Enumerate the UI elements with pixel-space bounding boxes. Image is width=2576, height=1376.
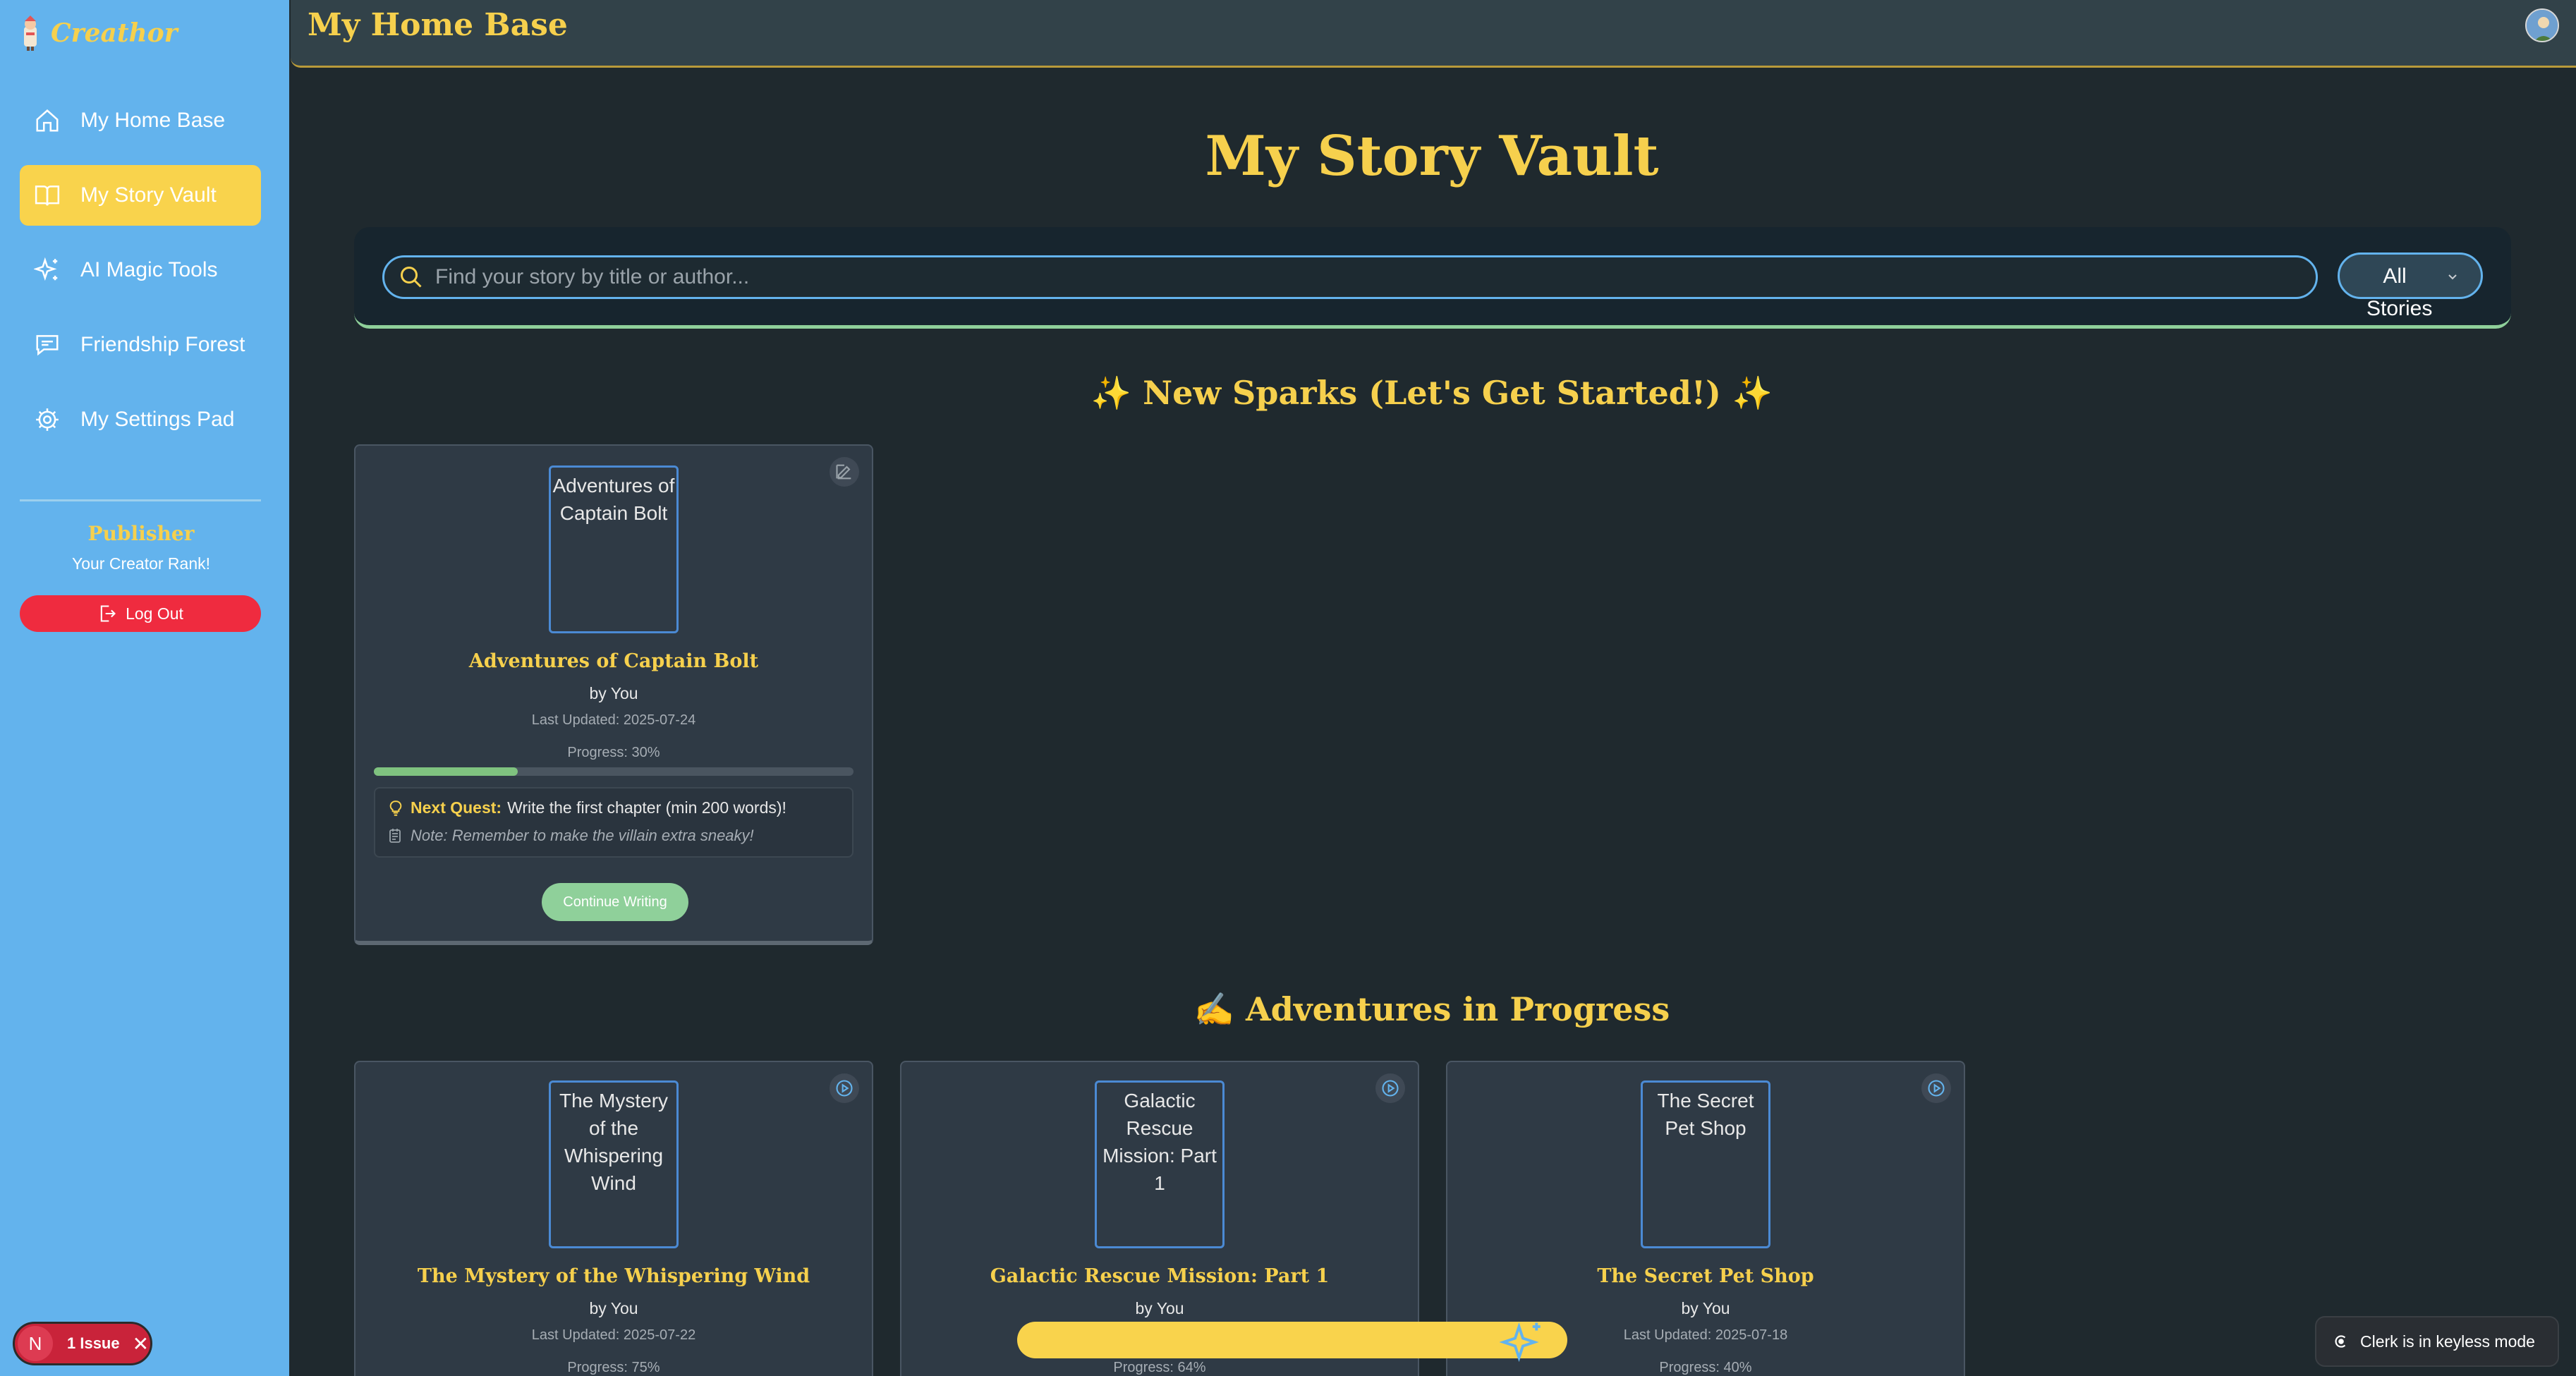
creator-rank-subtitle: Your Creator Rank! (71, 554, 211, 573)
sidebar: Creathor My Home Base My Story Vault AI … (0, 0, 289, 1376)
next-quest-label: Next Quest: (411, 798, 502, 817)
story-author: by You (1135, 1299, 1184, 1317)
sidebar-item-ai-tools[interactable]: AI Magic Tools (20, 240, 261, 300)
sparkles-icon (1500, 1322, 1541, 1363)
logout-label: Log Out (126, 604, 183, 623)
clerk-icon (2335, 1335, 2346, 1348)
top-header: My Home Base (291, 0, 2576, 68)
logout-icon (100, 605, 116, 622)
search-icon (401, 267, 422, 288)
lightbulb-icon (389, 800, 402, 816)
story-card[interactable]: Adventures of Captain Bolt Adventures of… (354, 444, 873, 945)
story-progress-label: Progress: 64% (1113, 1360, 1206, 1375)
story-author: by You (589, 1299, 638, 1317)
clerk-keyless-badge[interactable]: Clerk is in keyless mode (2315, 1316, 2559, 1367)
sidebar-nav: My Home Base My Story Vault AI Magic Too… (20, 90, 261, 464)
gear-icon (36, 408, 59, 431)
note-icon (389, 829, 401, 843)
clerk-badge-text: Clerk is in keyless mode (2360, 1332, 2535, 1351)
edit-button[interactable] (830, 457, 859, 487)
story-cover[interactable]: Galactic Rescue Mission: Part 1 (1095, 1080, 1225, 1248)
story-title[interactable]: The Mystery of the Whispering Wind (356, 1265, 872, 1287)
section-title-adventures: ✍️ Adventures in Progress (1193, 990, 1670, 1028)
sidebar-item-label: My Settings Pad (80, 408, 235, 431)
story-progress-label: Progress: 75% (567, 1360, 660, 1375)
story-title[interactable]: Galactic Rescue Mission: Part 1 (901, 1265, 1418, 1287)
play-icon (1382, 1080, 1399, 1097)
next-quest-box: Next Quest: Write the first chapter (min… (374, 787, 853, 858)
issue-count: 1 Issue (67, 1334, 120, 1352)
story-cover[interactable]: Adventures of Captain Bolt (549, 465, 679, 633)
sidebar-divider (20, 499, 261, 501)
story-filter-select[interactable]: All Stories (2338, 252, 2483, 320)
main-title: My Story Vault (1205, 124, 1659, 188)
story-last-updated: Last Updated: 2025-07-24 (531, 712, 696, 728)
story-card[interactable]: The Mystery of the Whispering Wind The M… (354, 1061, 873, 1376)
chevron-down-icon (2448, 274, 2457, 280)
edit-icon (836, 464, 851, 480)
story-title[interactable]: The Secret Pet Shop (1447, 1265, 1964, 1287)
next-quest: Next Quest: Write the first chapter (min… (387, 798, 786, 817)
chat-icon (36, 335, 59, 356)
play-button[interactable] (1921, 1073, 1951, 1103)
logout-button[interactable]: Log Out (20, 595, 261, 632)
page-title: My Home Base (308, 7, 568, 43)
play-icon (836, 1080, 853, 1097)
play-button[interactable] (830, 1073, 859, 1103)
play-button[interactable] (1375, 1073, 1405, 1103)
app-logo[interactable]: Creathor (17, 16, 178, 51)
sidebar-item-label: AI Magic Tools (80, 258, 218, 281)
story-note: Note: Remember to make the villain extra… (387, 827, 754, 845)
sidebar-item-settings[interactable]: My Settings Pad (20, 389, 261, 450)
story-progress-label: Progress: 30% (567, 745, 660, 760)
continue-writing-button[interactable]: Continue Writing (542, 883, 688, 921)
story-cover[interactable]: The Mystery of the Whispering Wind (549, 1080, 679, 1248)
search-panel: All Stories (354, 227, 2511, 329)
search-field[interactable] (382, 255, 2318, 299)
creator-rank-title: Publisher (87, 522, 195, 545)
sparkles-icon (34, 257, 58, 281)
story-author: by You (1681, 1299, 1730, 1317)
sidebar-item-label: My Home Base (80, 109, 226, 132)
issues-badge[interactable]: N 1 Issue ✕ (13, 1322, 152, 1365)
story-title[interactable]: Adventures of Captain Bolt (356, 650, 872, 672)
story-last-updated: Last Updated: 2025-07-22 (531, 1327, 696, 1343)
avatar[interactable] (2525, 8, 2559, 42)
app-name: Creathor (51, 18, 178, 48)
sidebar-item-friendship-forest[interactable]: Friendship Forest (20, 315, 261, 375)
section-title-new-sparks: ✨ New Sparks (Let's Get Started!) ✨ (1090, 374, 1773, 412)
filter-selected-value: All Stories (2367, 264, 2433, 320)
sidebar-item-label: Friendship Forest (80, 333, 245, 356)
sidebar-item-story-vault[interactable]: My Story Vault (20, 165, 261, 226)
book-icon (35, 185, 60, 206)
story-cover[interactable]: The Secret Pet Shop (1641, 1080, 1770, 1248)
play-icon (1928, 1080, 1945, 1097)
loading-toast (1017, 1322, 1567, 1363)
search-input[interactable] (435, 265, 2269, 289)
next-quest-text: Write the first chapter (min 200 words)! (507, 798, 786, 817)
logo-icon (24, 16, 37, 51)
story-note-text: Note: Remember to make the villain extra… (411, 827, 754, 844)
progress-bar-fill (374, 767, 518, 776)
progress-bar (374, 767, 853, 776)
sidebar-item-home[interactable]: My Home Base (20, 90, 261, 151)
home-icon (36, 109, 59, 132)
avatar-image (2527, 10, 2558, 41)
issue-avatar: N (18, 1326, 53, 1361)
story-author: by You (589, 684, 638, 702)
close-icon[interactable]: ✕ (133, 1332, 149, 1356)
sidebar-item-label: My Story Vault (80, 183, 217, 207)
